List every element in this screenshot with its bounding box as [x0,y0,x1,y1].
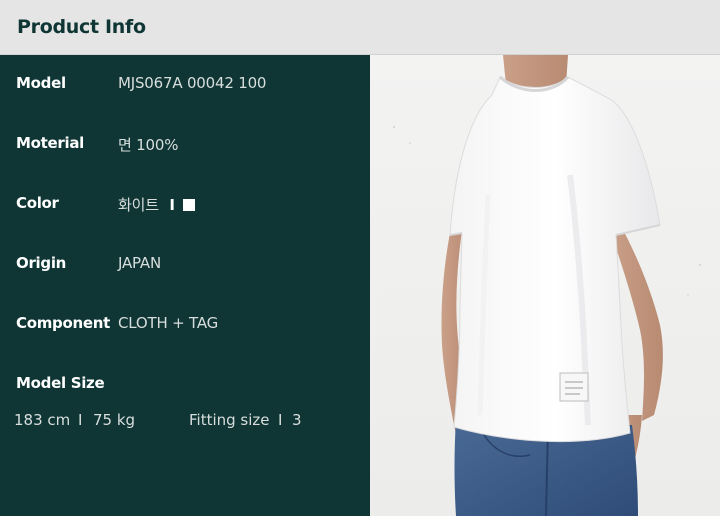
color-swatch [183,199,196,211]
info-row-color: Color 화이트 I [16,194,356,218]
material-label: Moterial [16,134,84,152]
origin-label: Origin [16,254,67,272]
info-row-origin: Origin JAPAN [16,254,356,278]
model-height: 183 cm [14,411,71,429]
fitting-size-value: 3 [292,411,302,429]
model-value: MJS067A 00042 100 [118,74,267,92]
size-separator: I [78,411,83,429]
model-size-label: Model Size [16,374,105,392]
info-row-component: Component CLOTH + TAG [16,314,356,338]
product-photo [370,55,720,516]
color-separator: I [169,196,175,214]
tag-patch [559,372,589,402]
info-row-model: Model MJS067A 00042 100 [16,74,356,98]
material-value: 면 100% [118,136,179,154]
size-separator: I [278,411,283,429]
origin-value: JAPAN [118,254,161,272]
product-info-panel: Model MJS067A 00042 100 Moterial 면 100% … [0,55,370,516]
fitting-size-label: Fitting size [189,411,270,429]
info-row-model-size: Model Size [16,374,356,398]
model-label: Model [16,74,66,92]
info-row-material: Moterial 면 100% [16,134,356,158]
component-value: CLOTH + TAG [118,314,219,332]
model-weight: 75 kg [93,411,136,429]
page-title: Product Info [17,16,146,38]
header-bar: Product Info [0,0,720,55]
color-label: Color [16,194,59,212]
model-wearing-tshirt-image [370,55,720,516]
component-label: Component [16,314,110,332]
color-value-group: 화이트 I [118,194,196,215]
color-value: 화이트 [118,196,159,214]
